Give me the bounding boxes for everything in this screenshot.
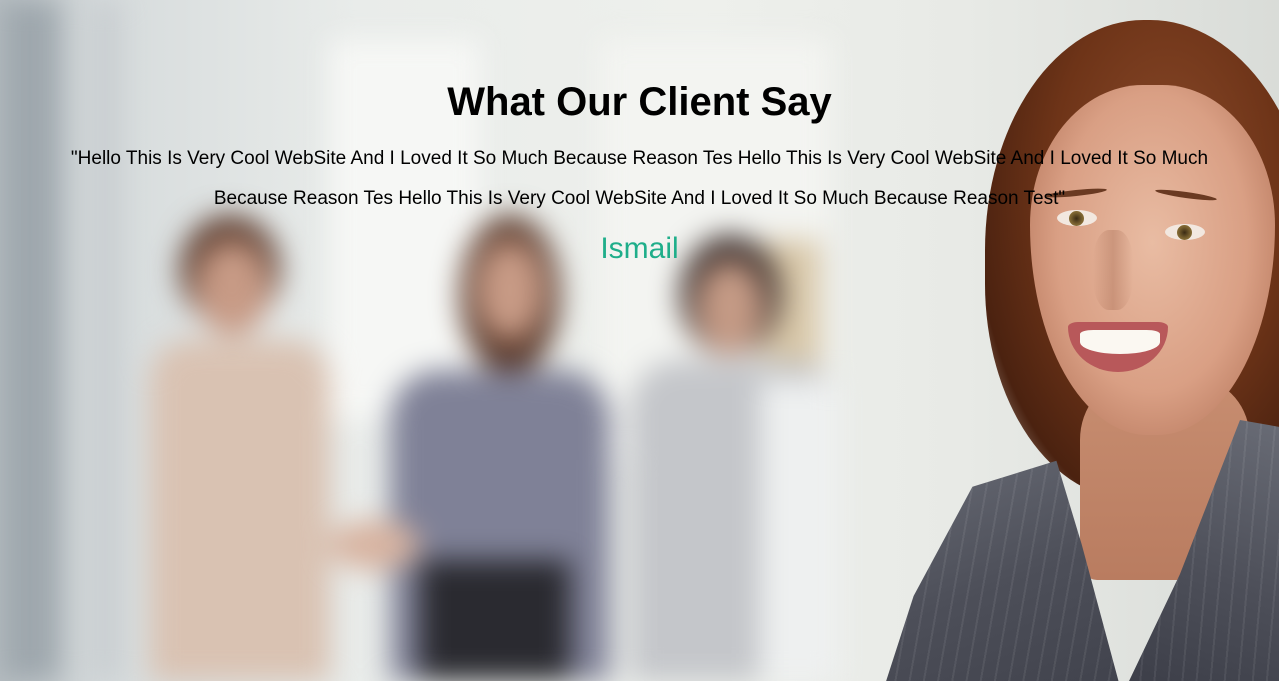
testimonial-author: Ismail: [600, 232, 679, 265]
section-title: What Our Client Say: [447, 80, 832, 124]
testimonial-quote: "Hello This Is Very Cool WebSite And I L…: [70, 148, 1209, 209]
testimonial-section: What Our Client Say "Hello This Is Very …: [0, 0, 1279, 269]
woman-teeth: [1080, 330, 1160, 354]
